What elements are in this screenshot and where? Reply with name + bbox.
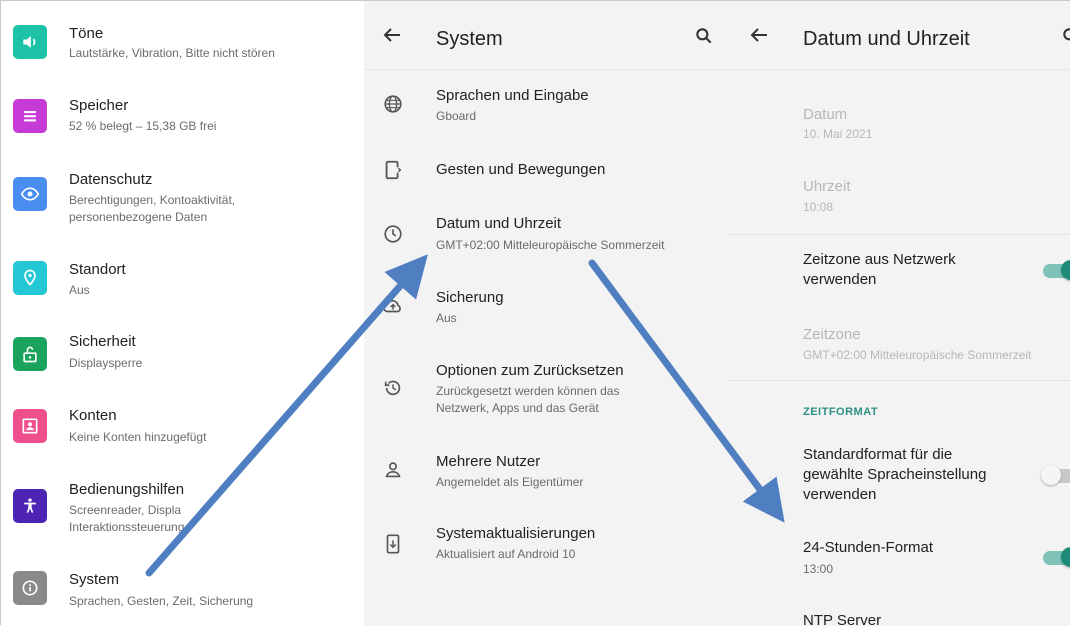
system-item-title: Systemaktualisierungen — [436, 525, 596, 542]
standardformat-toggle[interactable] — [1039, 465, 1070, 485]
search-icon[interactable] — [1061, 26, 1070, 46]
page-title: Datum und Uhrzeit — [803, 28, 970, 50]
settings-item-title: Sicherheit — [69, 333, 136, 350]
settings-item-subtitle: Sprachen, Gesten, Zeit, Sicherung — [69, 594, 254, 608]
settings-item-subtitle: Lautstärke, Vibration, Bitte nicht störe… — [69, 46, 275, 60]
settings-item-speicher[interactable]: Speicher 52 % belegt – 15,38 GB frei — [1, 79, 364, 153]
setting-title: Zeitzone aus Netzwerk verwenden — [803, 251, 956, 288]
setting-title: Uhrzeit — [803, 178, 851, 195]
system-item-title: Sprachen und Eingabe — [436, 87, 589, 104]
section-header-zeitformat: ZEITFORMAT — [803, 406, 879, 418]
date-time-panel: Datum und Uhrzeit Datum 10. Mai 2021 Uhr… — [729, 1, 1070, 626]
setting-value: GMT+02:00 Mitteleuropäische Sommerzeit — [803, 348, 1032, 362]
back-arrow-icon[interactable] — [380, 23, 404, 47]
settings-item-bedienungshilfen[interactable]: Bedienungshilfen Screenreader, Displa In… — [1, 465, 364, 551]
search-icon[interactable] — [694, 26, 714, 46]
settings-item-sicherheit[interactable]: Sicherheit Displaysperre — [1, 317, 364, 391]
settings-list: Töne Lautstärke, Vibration, Bitte nicht … — [1, 1, 364, 626]
zeitzone-setting: Zeitzone GMT+02:00 Mitteleuropäische Som… — [729, 313, 1070, 377]
format-24h-toggle[interactable] — [1039, 547, 1070, 567]
zeitzone-netzwerk-setting[interactable]: Zeitzone aus Netzwerk verwenden — [729, 241, 1070, 311]
setting-title: Datum — [803, 106, 848, 123]
settings-item-subtitle: Aus — [69, 283, 90, 297]
account-box-icon — [13, 409, 47, 443]
system-panel: System Sprachen und Eingabe Gboard Geste… — [364, 1, 729, 626]
datum-setting: Datum 10. Mai 2021 — [729, 93, 1070, 157]
system-item-title: Sicherung — [436, 289, 504, 306]
history-icon — [384, 380, 401, 396]
settings-item-toene[interactable]: Töne Lautstärke, Vibration, Bitte nicht … — [1, 5, 364, 79]
system-header: System — [364, 1, 729, 70]
system-item-title: Mehrere Nutzer — [436, 453, 541, 470]
gesture-phone-icon — [385, 160, 402, 180]
settings-item-konten[interactable]: Konten Keine Konten hinzugefügt — [1, 391, 364, 465]
accessibility-icon — [13, 489, 47, 523]
ntp-server-setting[interactable]: NTP Server — [729, 601, 1070, 626]
uhrzeit-setting: Uhrzeit 10:08 — [729, 167, 1070, 231]
person-icon — [385, 462, 401, 478]
setting-title: NTP Server — [803, 612, 882, 626]
system-item-sicherung[interactable]: Sicherung Aus — [364, 273, 729, 349]
standardformat-setting[interactable]: Standardformat für die gewählte Sprachei… — [729, 437, 1070, 517]
system-item-zuruecksetzen[interactable]: Optionen zum Zurücksetzen Zurückgesetzt … — [364, 349, 729, 437]
settings-item-title: Datenschutz — [69, 171, 153, 188]
settings-item-subtitle: 52 % belegt – 15,38 GB frei — [69, 119, 217, 133]
system-item-subtitle: GMT+02:00 Mitteleuropäische Sommerzeit — [436, 238, 665, 252]
system-item-subtitle: Aus — [436, 311, 457, 325]
setting-value: 10:08 — [803, 200, 834, 214]
settings-item-title: Standort — [69, 261, 126, 278]
back-arrow-icon[interactable] — [747, 23, 771, 47]
system-item-title: Datum und Uhrzeit — [436, 215, 562, 232]
settings-item-datenschutz[interactable]: Datenschutz Berechtigungen, Kontoaktivit… — [1, 153, 364, 227]
privacy-eye-icon — [13, 177, 47, 211]
clock-icon — [384, 225, 402, 243]
system-item-gesten[interactable]: Gesten und Bewegungen — [364, 141, 729, 203]
setting-title: 24-Stunden-Format — [803, 539, 934, 556]
settings-item-title: Bedienungshilfen — [69, 481, 185, 498]
divider — [729, 380, 1070, 381]
system-item-subtitle: Gboard — [436, 109, 477, 123]
system-item-title: Gesten und Bewegungen — [436, 161, 606, 178]
divider — [729, 234, 1070, 235]
page-title: System — [436, 28, 503, 50]
setting-value: 10. Mai 2021 — [803, 127, 873, 141]
settings-item-title: Töne — [69, 25, 104, 42]
volume-icon — [13, 25, 47, 59]
settings-item-title: System — [69, 571, 120, 588]
settings-item-title: Konten — [69, 407, 117, 424]
screenshot-frame: Töne Lautstärke, Vibration, Bitte nicht … — [0, 0, 1070, 626]
settings-item-subtitle: Displaysperre — [69, 356, 143, 370]
system-item-mehrere-nutzer[interactable]: Mehrere Nutzer Angemeldet als Eigentümer — [364, 437, 729, 511]
setting-value: 13:00 — [803, 562, 834, 576]
system-item-title: Optionen zum Zurücksetzen — [436, 362, 624, 379]
setting-title: Standardformat für die gewählte Sprachei… — [803, 446, 987, 503]
system-item-sprachen[interactable]: Sprachen und Eingabe Gboard — [364, 71, 729, 141]
settings-item-subtitle: Screenreader, Displa Interaktionssteueru… — [69, 503, 185, 534]
backup-cloud-icon — [383, 299, 401, 313]
system-item-subtitle: Zurückgesetzt werden können das Netzwerk… — [436, 384, 620, 415]
globe-icon — [384, 95, 402, 113]
storage-icon — [13, 99, 47, 133]
system-item-datum-uhrzeit[interactable]: Datum und Uhrzeit GMT+02:00 Mitteleuropä… — [364, 203, 729, 273]
zeitzone-netzwerk-toggle[interactable] — [1039, 260, 1070, 280]
date-time-header: Datum und Uhrzeit — [729, 1, 1070, 70]
setting-title: Zeitzone — [803, 326, 861, 343]
system-update-icon — [386, 534, 400, 554]
settings-item-standort[interactable]: Standort Aus — [1, 243, 364, 317]
settings-item-subtitle: Berechtigungen, Kontoaktivität, personen… — [69, 193, 236, 224]
settings-item-system[interactable]: System Sprachen, Gesten, Zeit, Sicherung — [1, 553, 364, 627]
info-icon — [13, 571, 47, 605]
lock-open-icon — [13, 337, 47, 371]
system-item-subtitle: Angemeldet als Eigentümer — [436, 475, 584, 489]
system-item-subtitle: Aktualisiert auf Android 10 — [436, 547, 576, 561]
settings-item-title: Speicher — [69, 97, 129, 114]
system-item-updates[interactable]: Systemaktualisierungen Aktualisiert auf … — [364, 511, 729, 585]
location-pin-icon — [13, 261, 47, 295]
format-24h-setting[interactable]: 24-Stunden-Format 13:00 — [729, 529, 1070, 593]
settings-item-subtitle: Keine Konten hinzugefügt — [69, 430, 207, 444]
